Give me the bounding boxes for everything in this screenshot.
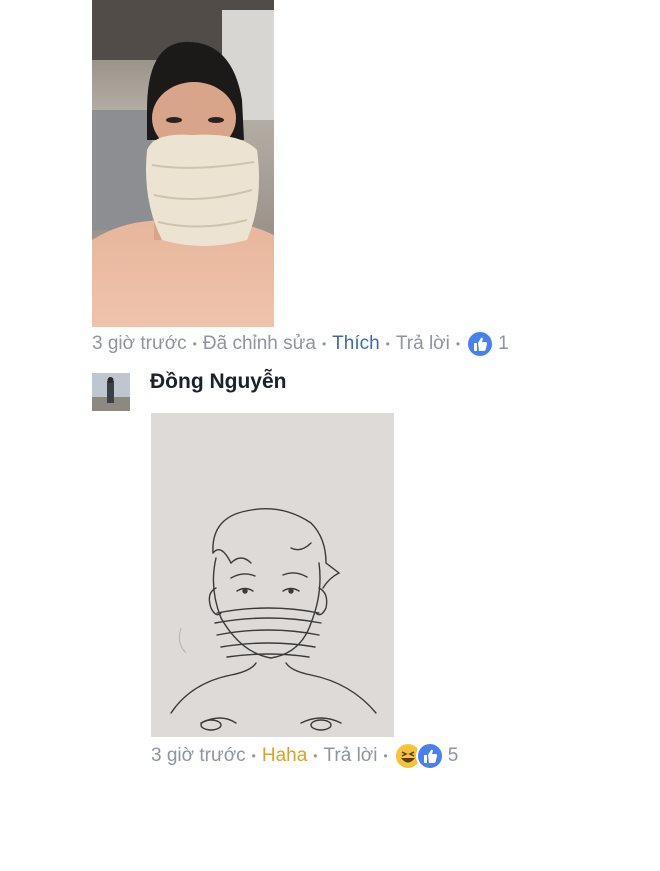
separator-dot: • bbox=[251, 749, 256, 763]
avatar[interactable] bbox=[92, 373, 130, 411]
reaction-count[interactable]: 1 bbox=[498, 333, 509, 355]
drawing-image bbox=[151, 413, 394, 737]
selfie-image bbox=[92, 0, 274, 327]
like-icon[interactable] bbox=[466, 330, 495, 358]
separator-dot: • bbox=[313, 749, 318, 763]
separator-dot: • bbox=[455, 337, 461, 351]
reply-button[interactable]: Trả lời bbox=[324, 745, 378, 767]
comment-time[interactable]: 3 giờ trước bbox=[92, 333, 187, 355]
like-button[interactable]: Thích bbox=[332, 333, 380, 355]
comment-meta: 3 giờ trước • Haha • Trả lời • 5 bbox=[151, 742, 458, 770]
comment-photo[interactable] bbox=[151, 413, 394, 737]
reply-button[interactable]: Trả lời bbox=[396, 333, 450, 355]
separator-dot: • bbox=[383, 749, 388, 763]
reaction-count[interactable]: 5 bbox=[448, 745, 459, 767]
haha-button[interactable]: Haha bbox=[262, 745, 307, 767]
comment-author-name[interactable]: Đồng Nguyễn bbox=[150, 370, 287, 394]
comment-time[interactable]: 3 giờ trước bbox=[151, 745, 246, 767]
avatar-image bbox=[92, 373, 130, 411]
comment-photo[interactable] bbox=[92, 0, 274, 327]
separator-dot: • bbox=[192, 337, 197, 351]
separator-dot: • bbox=[385, 337, 390, 351]
comment-meta: 3 giờ trước • Đã chỉnh sửa • Thích • Trả… bbox=[92, 330, 509, 358]
like-icon[interactable] bbox=[415, 742, 444, 770]
separator-dot: • bbox=[321, 337, 327, 351]
edited-label[interactable]: Đã chỉnh sửa bbox=[203, 333, 316, 355]
